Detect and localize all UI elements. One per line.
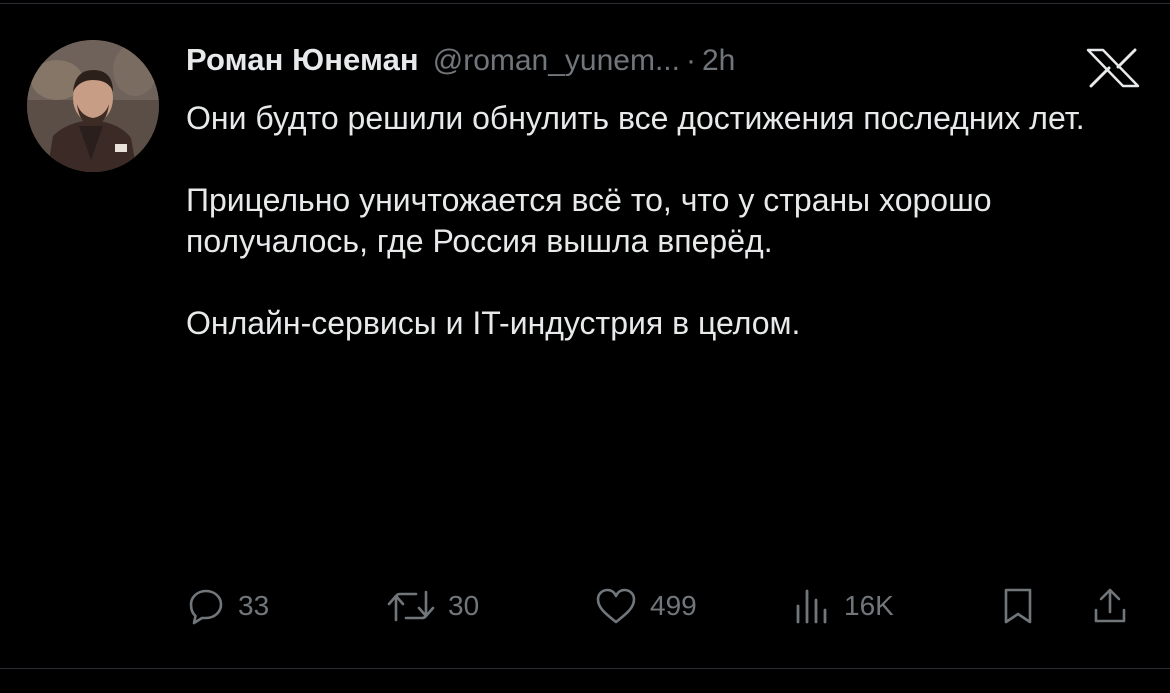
views-chart-icon	[792, 586, 832, 626]
share-icon	[1090, 586, 1130, 626]
avatar-photo	[27, 40, 159, 172]
bookmark-icon	[998, 586, 1038, 626]
like-count: 499	[650, 590, 697, 621]
like-button[interactable]: 499	[594, 584, 697, 628]
heart-icon	[594, 586, 638, 626]
author-handle[interactable]: @roman_yunem...	[433, 44, 680, 78]
repost-icon	[386, 586, 436, 626]
tweet-paragraph: Они будто решили обнулить все достижения…	[186, 100, 1085, 136]
bookmark-button[interactable]	[998, 584, 1038, 628]
repost-button[interactable]: 30	[386, 584, 479, 628]
views-button[interactable]: 16K	[792, 584, 894, 628]
tweet-timestamp[interactable]: 2h	[702, 44, 735, 78]
reply-button[interactable]: 33	[186, 584, 269, 628]
bottom-divider	[0, 668, 1170, 669]
avatar[interactable]	[27, 40, 159, 172]
views-count: 16K	[844, 590, 894, 621]
share-button[interactable]	[1090, 584, 1130, 628]
x-logo-icon	[1085, 48, 1141, 88]
author-display-name[interactable]: Роман Юнеман	[186, 42, 419, 78]
tweet-actions: 33 30 499 16K	[186, 584, 1136, 628]
tweet-paragraph: Прицельно уничтожается всё то, что у стр…	[186, 182, 992, 259]
top-divider	[0, 3, 1170, 4]
repost-count: 30	[448, 590, 480, 621]
tweet-paragraph: Онлайн-сервисы и IT-индустрия в целом.	[186, 305, 801, 341]
tweet-header: Роман Юнеман @roman_yunem... · 2h	[186, 42, 735, 86]
reply-count: 33	[238, 590, 270, 621]
reply-icon	[186, 586, 226, 626]
header-separator: ·	[685, 44, 696, 77]
tweet-text: Они будто решили обнулить все достижения…	[186, 98, 1156, 344]
